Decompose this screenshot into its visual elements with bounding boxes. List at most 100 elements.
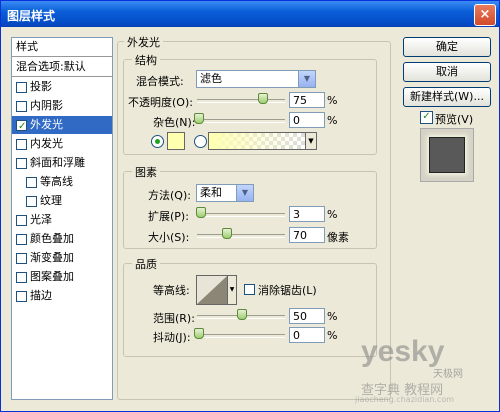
sidebar-item-label: 颜色叠加 (30, 232, 74, 245)
watermark: yesky 天极网 查字典 教程网 jiaocheng.chazidian.co… (355, 335, 495, 407)
window-title: 图层样式 (7, 9, 56, 23)
sidebar-item-bevel-emboss[interactable]: 斜面和浮雕 (12, 154, 112, 172)
range-unit: % (327, 310, 338, 323)
noise-slider-thumb[interactable] (194, 113, 204, 124)
opacity-slider[interactable] (197, 99, 285, 103)
checkbox[interactable] (16, 215, 27, 226)
method-select[interactable]: 柔和 ▼ (196, 184, 254, 202)
noise-field[interactable]: 0 (289, 112, 325, 128)
sidebar-item-label: 等高线 (40, 175, 73, 188)
sidebar-item-label: 光泽 (30, 213, 52, 226)
blend-mode-value: 滤色 (200, 72, 222, 85)
jitter-slider[interactable] (197, 334, 285, 338)
sidebar-item-inner-shadow[interactable]: 内阴影 (12, 97, 112, 115)
blend-mode-select[interactable]: 滤色 ▼ (196, 70, 316, 88)
size-slider-thumb[interactable] (222, 228, 232, 239)
sidebar-item-label: 样式 (16, 40, 38, 53)
sidebar-item-label: 外发光 (30, 118, 63, 131)
watermark-site: jiaocheng.chazidian.com (355, 395, 455, 404)
checkbox[interactable] (16, 139, 27, 150)
preview-swatch (429, 137, 465, 173)
checkbox[interactable] (16, 272, 27, 283)
sidebar-item-stroke[interactable]: 描边 (12, 287, 112, 305)
spread-field[interactable]: 3 (289, 206, 325, 222)
preview-label: 预览(V) (435, 113, 474, 126)
sidebar-item-label: 渐变叠加 (30, 251, 74, 264)
noise-slider[interactable] (197, 119, 285, 123)
spread-slider[interactable] (197, 213, 285, 217)
sidebar-item-label: 描边 (30, 289, 52, 302)
sidebar-item-pattern-overlay[interactable]: 图案叠加 (12, 268, 112, 286)
sidebar-item-label: 内发光 (30, 137, 63, 150)
chevron-down-icon: ▼ (308, 137, 314, 145)
sidebar-item-texture[interactable]: 纹理 (12, 192, 112, 210)
sidebar-item-outer-glow[interactable]: ✓ 外发光 (12, 116, 112, 134)
sidebar-item-label: 内阴影 (30, 99, 63, 112)
opacity-label: 不透明度(O): (128, 96, 193, 109)
gradient-dropdown[interactable]: ▼ (305, 132, 317, 150)
gradient-radio[interactable] (194, 135, 207, 148)
checkmark-icon: ✓ (422, 111, 431, 122)
checkbox[interactable]: ✓ (16, 120, 27, 132)
radio-dot (155, 139, 160, 144)
checkbox[interactable] (16, 234, 27, 245)
preview-thumbnail (420, 128, 474, 182)
size-label: 大小(S): (148, 231, 190, 244)
opacity-field[interactable]: 75 (289, 92, 325, 108)
checkbox[interactable] (16, 158, 27, 169)
sidebar-item-gradient-overlay[interactable]: 渐变叠加 (12, 249, 112, 267)
checkbox[interactable] (16, 82, 27, 93)
close-button[interactable]: × (474, 4, 496, 26)
range-slider-thumb[interactable] (237, 309, 247, 320)
contour-curve-icon (197, 276, 227, 304)
checkbox[interactable] (16, 291, 27, 302)
title-bar: 图层样式 × (1, 1, 499, 27)
sidebar-item-inner-glow[interactable]: 内发光 (12, 135, 112, 153)
watermark-sub: 天极网 (433, 369, 463, 380)
spread-slider-thumb[interactable] (196, 207, 206, 218)
ok-button[interactable]: 确定 (403, 37, 491, 57)
elements-title: 图素 (132, 164, 160, 180)
jitter-field[interactable]: 0 (289, 327, 325, 343)
checkbox[interactable] (16, 101, 27, 112)
jitter-unit: % (327, 329, 338, 342)
size-slider[interactable] (197, 234, 285, 238)
blend-mode-label: 混合模式: (136, 75, 184, 88)
sidebar-item-styles[interactable]: 样式 (12, 38, 112, 57)
contour-dropdown[interactable]: ▼ (227, 275, 237, 305)
sidebar-item-blending-options[interactable]: 混合选项:默认 (12, 58, 112, 77)
checkbox[interactable] (16, 253, 27, 264)
range-field[interactable]: 50 (289, 308, 325, 324)
new-style-button[interactable]: 新建样式(W)... (403, 87, 491, 107)
quality-title: 品质 (132, 256, 160, 272)
sidebar-item-drop-shadow[interactable]: 投影 (12, 78, 112, 96)
checkmark-icon: ✓ (18, 121, 27, 132)
antialias-label: 消除锯齿(L) (258, 284, 317, 297)
chevron-down-icon: ▼ (298, 71, 315, 87)
glow-color-swatch[interactable] (167, 132, 185, 150)
jitter-slider-thumb[interactable] (194, 328, 204, 339)
sidebar-item-satin[interactable]: 光泽 (12, 211, 112, 229)
sidebar-item-color-overlay[interactable]: 颜色叠加 (12, 230, 112, 248)
gradient-swatch[interactable] (208, 132, 306, 150)
sidebar-item-label: 图案叠加 (30, 270, 74, 283)
layer-style-dialog: 图层样式 × 样式 混合选项:默认 投影 内阴影 ✓ 外发光 内发光 斜面和浮雕… (0, 0, 500, 412)
sidebar-item-label: 纹理 (40, 194, 62, 207)
size-field[interactable]: 70 (289, 227, 325, 243)
checkbox[interactable] (26, 196, 37, 207)
opacity-unit: % (327, 94, 338, 107)
noise-label: 杂色(N): (153, 116, 196, 129)
opacity-slider-thumb[interactable] (258, 93, 268, 104)
sidebar-item-contour[interactable]: 等高线 (12, 173, 112, 191)
preview-checkbox[interactable]: ✓ (420, 111, 433, 124)
contour-label: 等高线: (153, 284, 190, 297)
checkbox[interactable] (26, 177, 37, 188)
antialias-checkbox[interactable] (244, 284, 255, 295)
cancel-button[interactable]: 取消 (403, 62, 491, 82)
contour-picker[interactable] (196, 275, 228, 305)
color-radio[interactable] (151, 135, 164, 148)
sidebar-item-label: 投影 (30, 80, 52, 93)
sidebar-item-label: 混合选项:默认 (16, 60, 86, 73)
outer-glow-title: 外发光 (124, 34, 163, 50)
watermark-brand: yesky (361, 335, 445, 368)
